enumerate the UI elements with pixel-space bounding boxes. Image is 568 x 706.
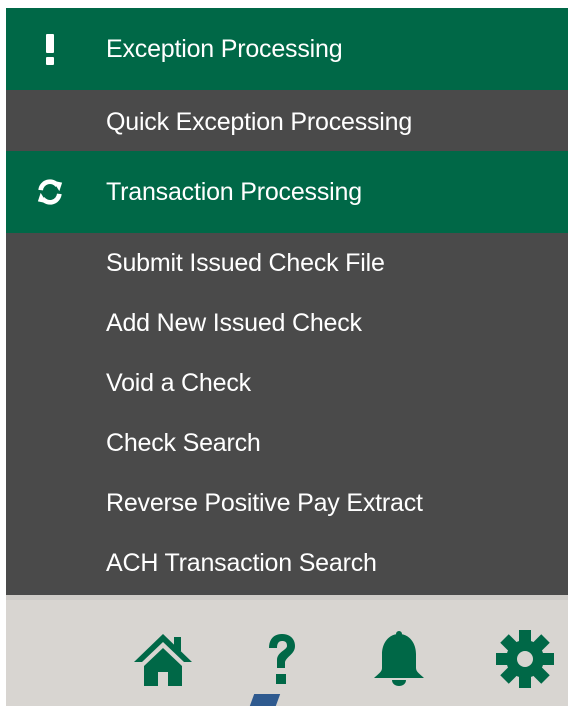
section-label: Exception Processing [106,34,343,63]
menu-item-submit-issued-check-file[interactable]: Submit Issued Check File [6,233,568,293]
menu-item-reverse-positive-pay-extract[interactable]: Reverse Positive Pay Extract [6,473,568,533]
pointer-arrow-fragment [249,694,281,706]
settings-gear-icon[interactable] [494,628,556,690]
navigation-panel: Exception Processing Quick Exception Pro… [6,8,568,706]
menu-section-transaction-processing[interactable]: Transaction Processing [6,151,568,233]
menu-section-exception-processing[interactable]: Exception Processing [6,8,568,90]
notification-bell-icon[interactable] [368,628,430,690]
section-label: Transaction Processing [106,177,362,206]
menu-item-quick-exception-processing[interactable]: Quick Exception Processing [6,92,568,152]
menu-item-check-search[interactable]: Check Search [6,413,568,473]
bottom-toolbar [6,600,568,706]
menu-item-add-new-issued-check[interactable]: Add New Issued Check [6,293,568,353]
menu-item-ach-transaction-search[interactable]: ACH Transaction Search [6,533,568,593]
help-icon[interactable] [250,628,312,690]
sync-icon [36,172,64,212]
exclamation-icon [36,29,64,69]
home-icon[interactable] [132,628,194,690]
menu-item-void-a-check[interactable]: Void a Check [6,353,568,413]
